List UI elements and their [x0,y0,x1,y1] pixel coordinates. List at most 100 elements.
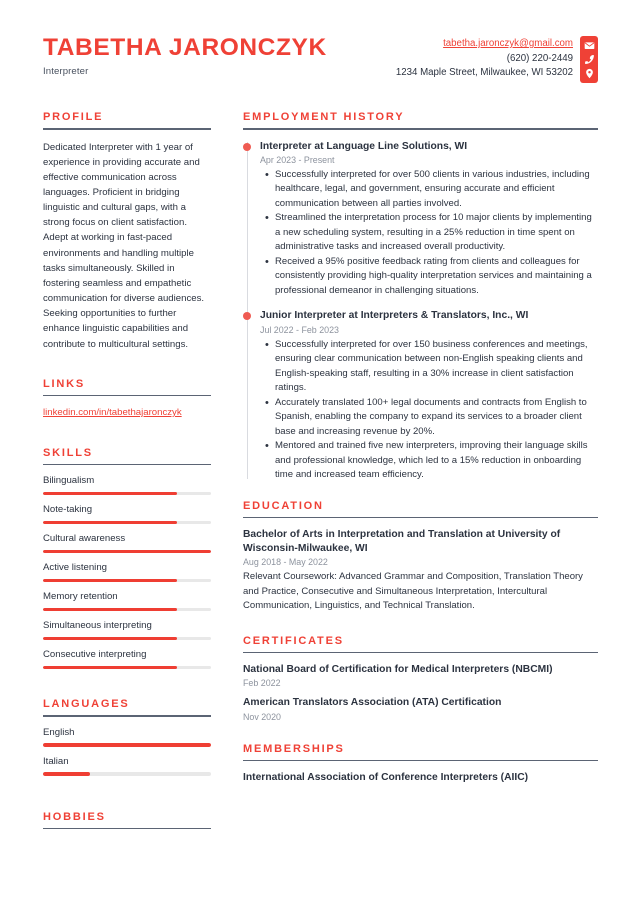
profile-text: Dedicated Interpreter with 1 year of exp… [43,141,205,350]
skill-item-label: Consecutive interpreting [43,649,147,661]
section-memberships: MEMBERSHIPS International Association of… [243,743,598,785]
skill-item: Note-taking [43,504,211,525]
certificates-list: National Board of Certification for Medi… [243,663,598,722]
section-divider [243,651,598,653]
section-divider [43,128,211,130]
skill-item-bar-track [43,607,211,612]
certificate-date: Feb 2022 [243,678,281,689]
skill-item: Simultaneous interpreting [43,620,211,641]
skill-item-bar-track [43,549,211,554]
sidebar-column: PROFILE Dedicated Interpreter with 1 yea… [43,111,225,839]
membership-title: International Association of Conference … [243,772,529,784]
language-item-label: Italian [43,755,69,767]
section-heading-profile: PROFILE [43,111,104,123]
skill-item-bar-fill [43,578,178,583]
section-certificates: CERTIFICATES National Board of Certifica… [243,635,598,722]
skill-item-bar-fill [43,636,178,641]
skill-item-label: Bilingualism [43,475,95,487]
skill-item-bar-fill [43,665,178,670]
employment-bullet-list: Successfully interpreted for over 150 bu… [260,337,598,483]
employment-entry: Interpreter at Language Line Solutions, … [243,140,598,299]
education-list: Bachelor of Arts in Interpretation and T… [243,528,598,613]
language-item: English [43,727,211,747]
skill-item-bar-track [43,636,211,641]
section-employment-history: EMPLOYMENT HISTORY Interpreter at Langua… [243,111,598,483]
employment-date: Jul 2022 - Feb 2023 [260,324,339,335]
certificate-date: Nov 2020 [243,711,281,722]
timeline-dot-icon [243,312,251,321]
section-divider [43,827,211,830]
section-languages: LANGUAGES English Italian [43,698,211,776]
section-heading-skills: SKILLS [43,446,93,459]
skill-item: Memory retention [43,591,211,612]
skill-item-bar-fill [43,520,178,525]
employment-entry: Junior Interpreter at Interpreters & Tra… [243,309,598,483]
languages-list: English Italian [43,727,211,776]
certificate-entry: American Translators Association (ATA) C… [243,696,598,721]
employment-bullet: Received a 95% positive feedback rating … [265,254,598,299]
employment-date: Apr 2023 - Present [260,154,335,165]
certificate-entry: National Board of Certification for Medi… [243,663,598,688]
section-links: LINKS linkedin.com/in/tabethajaronczyk [43,378,211,421]
skill-item-bar-track [43,520,211,525]
skills-list: Bilingualism Note-taking Cultural awarenes… [43,475,211,670]
phone-icon [584,54,595,65]
section-heading-employment: EMPLOYMENT HISTORY [243,111,405,123]
language-item: Italian [43,756,211,776]
section-heading-hobbies: HOBBIES [43,810,106,823]
main-column: EMPLOYMENT HISTORY Interpreter at Langua… [225,111,598,793]
skill-item-bar-fill [43,549,211,554]
skill-item-label: Active listening [43,562,107,574]
education-date: Aug 2018 - May 2022 [243,557,328,567]
education-entry: Bachelor of Arts in Interpretation and T… [243,528,598,613]
section-divider [43,715,211,717]
skill-item: Cultural awareness [43,533,211,554]
employment-bullet: Streamlined the interpretation process f… [265,210,598,255]
envelope-icon [584,40,595,51]
section-heading-certificates: CERTIFICATES [243,634,344,647]
linkedin-link[interactable]: linkedin.com/in/tabethajaronczyk [43,406,211,420]
language-item-label: English [43,726,75,738]
section-divider [43,394,211,397]
section-divider [243,759,598,762]
memberships-list: International Association of Conference … [243,771,598,784]
education-description: Relevant Coursework: Advanced Grammar an… [243,571,583,611]
employment-bullet: Mentored and trained five new interprete… [265,438,598,483]
email-link[interactable]: tabetha.jaronczyk@gmail.com [396,37,573,52]
section-heading-education: EDUCATION [243,499,324,512]
employment-bullet: Successfully interpreted for over 500 cl… [265,167,598,212]
location-pin-icon [584,68,595,79]
section-divider [243,128,598,130]
membership-entry: International Association of Conference … [243,771,598,784]
employment-timeline: Interpreter at Language Line Solutions, … [243,140,598,483]
resume-header: TABETHA JARONCZYK Interpreter tabetha.ja… [43,0,598,95]
employment-bullet: Successfully interpreted for over 150 bu… [265,337,598,396]
section-hobbies: HOBBIES [43,811,211,830]
phone-number: (620) 220-2449 [506,52,573,64]
language-item-bar-fill [43,743,211,747]
header-identity: TABETHA JARONCZYK Interpreter [43,33,327,77]
language-item-bar-track [43,743,211,747]
employment-bullet-list: Successfully interpreted for over 500 cl… [260,167,598,299]
job-title-subtitle: Interpreter [43,65,89,77]
resume-body: PROFILE Dedicated Interpreter with 1 yea… [43,111,598,839]
skill-item-bar-fill [43,491,178,496]
skill-item-label: Note-taking [43,504,93,516]
mailing-address: 1234 Maple Street, Milwaukee, WI 53202 [395,67,573,79]
contact-block: tabetha.jaronczyk@gmail.com (620) 220-24… [396,33,598,83]
contact-lines: tabetha.jaronczyk@gmail.com (620) 220-24… [396,37,580,81]
employment-title: Interpreter at Language Line Solutions, … [260,140,468,152]
employment-bullet: Accurately translated 100+ legal documen… [265,395,598,440]
section-heading-languages: LANGUAGES [43,698,130,711]
section-profile: PROFILE Dedicated Interpreter with 1 yea… [43,111,211,352]
page-title: TABETHA JARONCZYK [43,34,327,61]
contact-icon-bar [580,36,598,83]
section-divider [243,516,598,519]
